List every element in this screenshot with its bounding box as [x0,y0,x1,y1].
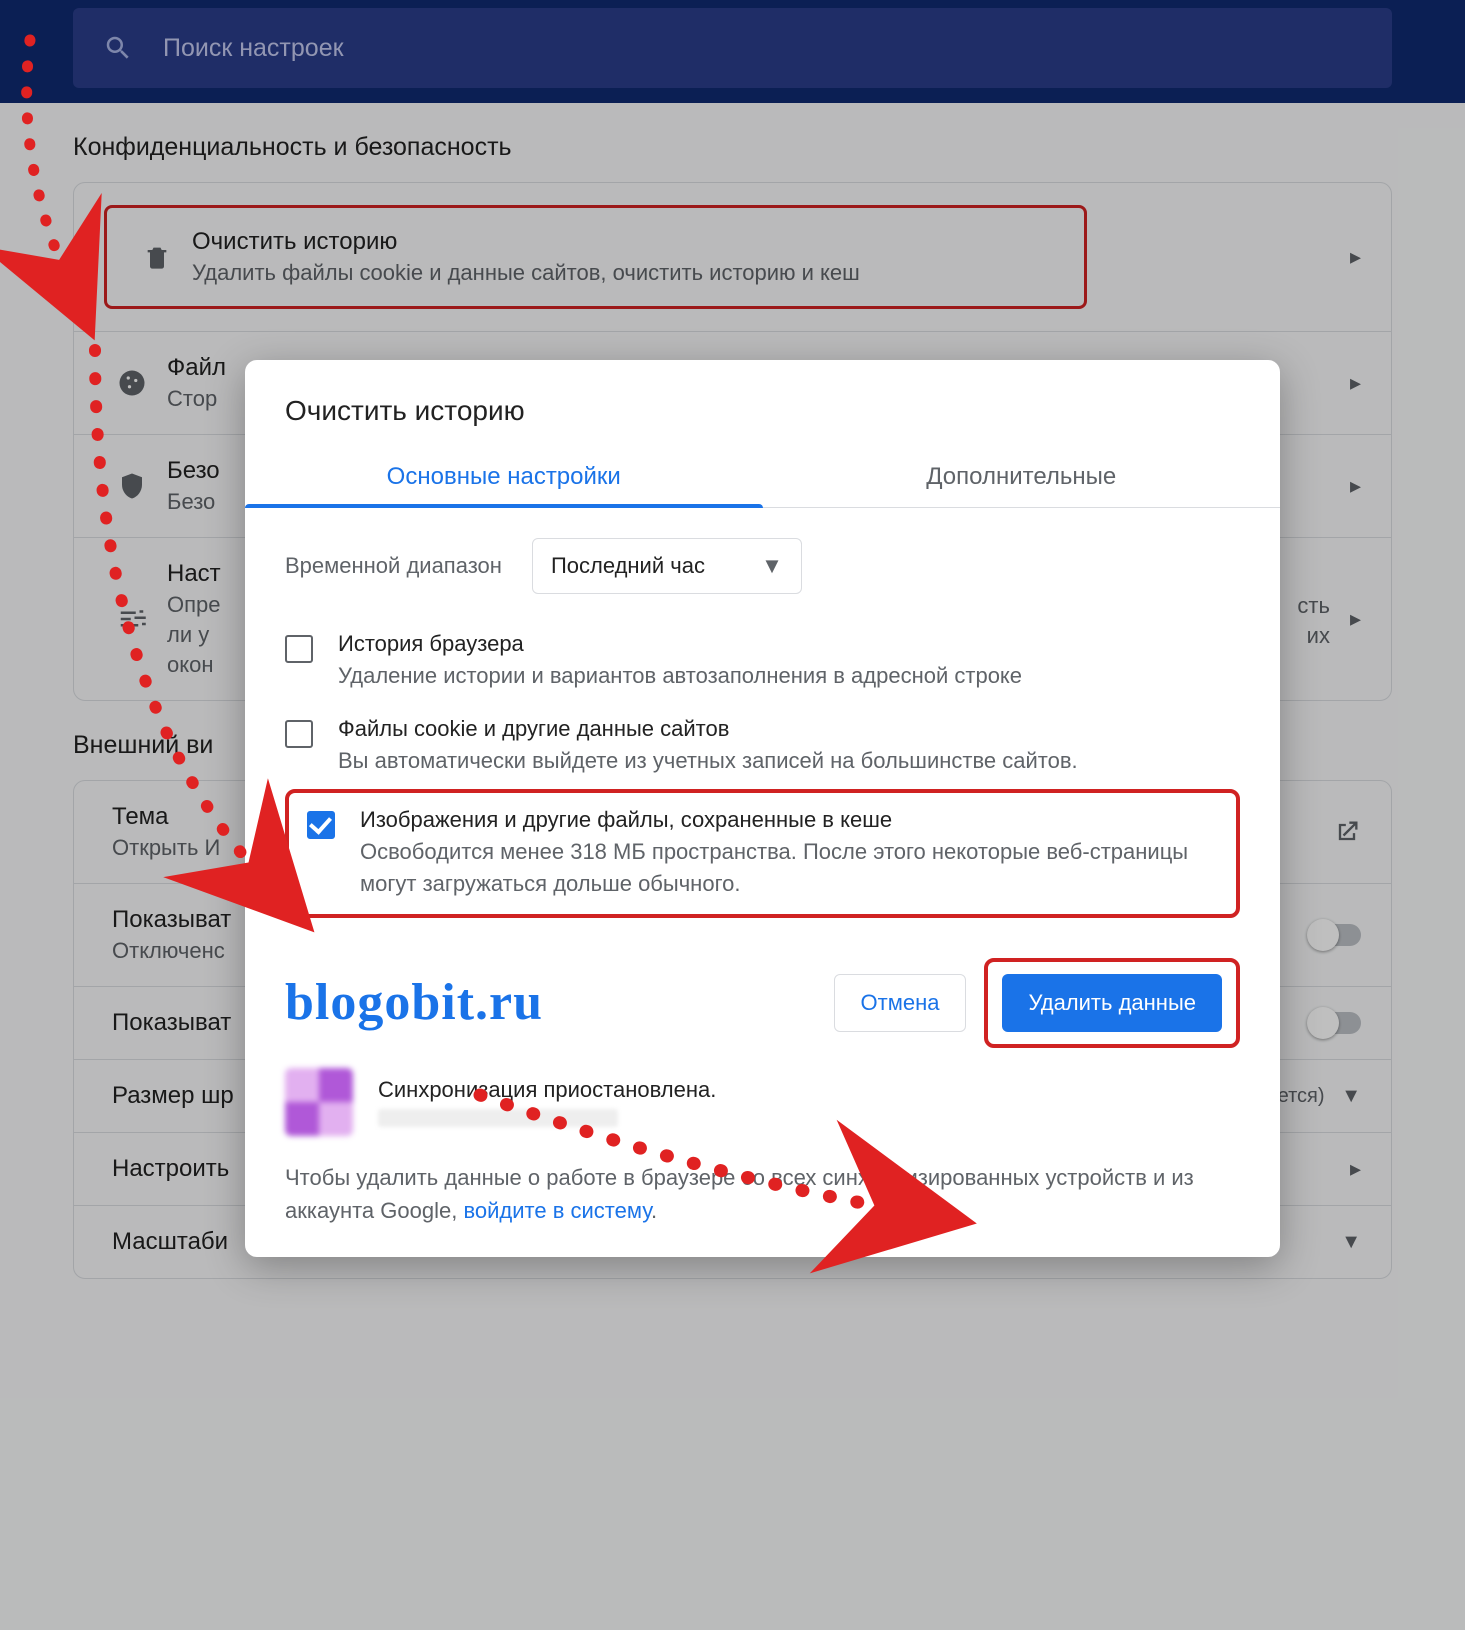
tab-advanced[interactable]: Дополнительные [763,447,1281,507]
sync-row: Синхронизация приостановлена. [245,1048,1280,1146]
dialog-title: Очистить историю [245,360,1280,447]
tab-basic[interactable]: Основные настройки [245,447,763,507]
sign-in-link[interactable]: войдите в систему [463,1198,651,1223]
dialog-tabs: Основные настройки Дополнительные [245,447,1280,508]
clear-data-button[interactable]: Удалить данные [1002,974,1222,1032]
clear-history-dialog: Очистить историю Основные настройки Допо… [245,360,1280,1257]
cookies-checkbox[interactable] [285,720,313,748]
avatar [285,1068,353,1136]
history-checkbox[interactable] [285,635,313,663]
time-range-label: Временной диапазон [285,553,502,579]
sign-in-note: Чтобы удалить данные о работе в браузере… [245,1146,1280,1227]
cookies-checkbox-row[interactable]: Файлы cookie и другие данные сайтов Вы а… [285,704,1240,789]
history-checkbox-row[interactable]: История браузера Удаление истории и вари… [285,619,1240,704]
clear-button-highlight: Удалить данные [984,958,1240,1048]
time-range-select[interactable]: Последний час ▼ [532,538,802,594]
watermark: blogobit.ru [285,973,816,1032]
blurred-text [378,1109,618,1127]
cache-highlight: Изображения и другие файлы, сохраненные … [285,789,1240,918]
dropdown-icon: ▼ [761,553,783,579]
cancel-button[interactable]: Отмена [834,974,967,1032]
cache-checkbox[interactable] [307,811,335,839]
